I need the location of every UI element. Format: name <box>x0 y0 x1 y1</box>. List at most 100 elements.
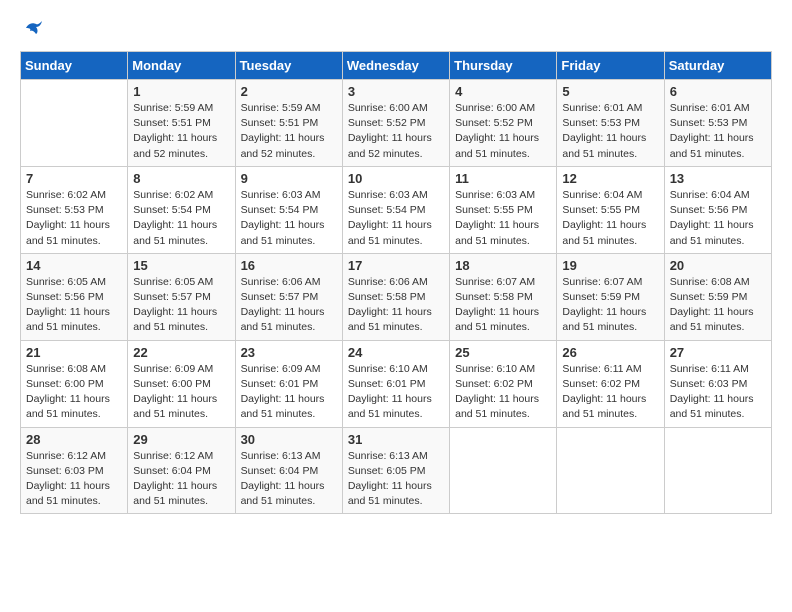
day-number: 20 <box>670 258 766 273</box>
day-info: Sunrise: 5:59 AMSunset: 5:51 PMDaylight:… <box>133 101 229 162</box>
day-info: Sunrise: 6:03 AMSunset: 5:55 PMDaylight:… <box>455 188 551 249</box>
calendar-cell: 2 Sunrise: 5:59 AMSunset: 5:51 PMDaylight… <box>235 80 342 167</box>
day-info: Sunrise: 6:13 AMSunset: 6:05 PMDaylight:… <box>348 449 444 510</box>
day-info: Sunrise: 6:00 AMSunset: 5:52 PMDaylight:… <box>348 101 444 162</box>
day-number: 7 <box>26 171 122 186</box>
day-number: 14 <box>26 258 122 273</box>
day-info: Sunrise: 6:02 AMSunset: 5:53 PMDaylight:… <box>26 188 122 249</box>
day-info: Sunrise: 6:03 AMSunset: 5:54 PMDaylight:… <box>241 188 337 249</box>
day-header-wednesday: Wednesday <box>342 52 449 80</box>
day-info: Sunrise: 6:05 AMSunset: 5:57 PMDaylight:… <box>133 275 229 336</box>
day-info: Sunrise: 5:59 AMSunset: 5:51 PMDaylight:… <box>241 101 337 162</box>
day-number: 31 <box>348 432 444 447</box>
day-info: Sunrise: 6:02 AMSunset: 5:54 PMDaylight:… <box>133 188 229 249</box>
day-number: 12 <box>562 171 658 186</box>
day-info: Sunrise: 6:09 AMSunset: 6:01 PMDaylight:… <box>241 362 337 423</box>
calendar-cell: 17 Sunrise: 6:06 AMSunset: 5:58 PMDayligh… <box>342 253 449 340</box>
day-info: Sunrise: 6:06 AMSunset: 5:57 PMDaylight:… <box>241 275 337 336</box>
day-number: 16 <box>241 258 337 273</box>
logo <box>20 20 44 41</box>
day-header-tuesday: Tuesday <box>235 52 342 80</box>
day-info: Sunrise: 6:10 AMSunset: 6:02 PMDaylight:… <box>455 362 551 423</box>
calendar-cell: 26 Sunrise: 6:11 AMSunset: 6:02 PMDayligh… <box>557 340 664 427</box>
bird-icon <box>24 20 44 41</box>
calendar-cell: 30Sunrise: 6:13 AMSunset: 6:04 PMDayligh… <box>235 427 342 514</box>
calendar-cell: 29 Sunrise: 6:12 AMSunset: 6:04 PMDayligh… <box>128 427 235 514</box>
calendar-cell <box>21 80 128 167</box>
day-number: 17 <box>348 258 444 273</box>
calendar-table: SundayMondayTuesdayWednesdayThursdayFrid… <box>20 51 772 514</box>
day-info: Sunrise: 6:08 AMSunset: 6:00 PMDaylight:… <box>26 362 122 423</box>
day-info: Sunrise: 6:04 AMSunset: 5:56 PMDaylight:… <box>670 188 766 249</box>
calendar-cell <box>450 427 557 514</box>
calendar-cell: 8 Sunrise: 6:02 AMSunset: 5:54 PMDaylight… <box>128 166 235 253</box>
day-number: 5 <box>562 84 658 99</box>
day-number: 10 <box>348 171 444 186</box>
day-info: Sunrise: 6:12 AMSunset: 6:04 PMDaylight:… <box>133 449 229 510</box>
day-header-monday: Monday <box>128 52 235 80</box>
day-number: 2 <box>241 84 337 99</box>
calendar-cell: 23 Sunrise: 6:09 AMSunset: 6:01 PMDayligh… <box>235 340 342 427</box>
day-info: Sunrise: 6:01 AMSunset: 5:53 PMDaylight:… <box>670 101 766 162</box>
day-info: Sunrise: 6:10 AMSunset: 6:01 PMDaylight:… <box>348 362 444 423</box>
day-header-friday: Friday <box>557 52 664 80</box>
calendar-cell <box>557 427 664 514</box>
day-number: 21 <box>26 345 122 360</box>
calendar-cell: 21 Sunrise: 6:08 AMSunset: 6:00 PMDayligh… <box>21 340 128 427</box>
calendar-cell: 1 Sunrise: 5:59 AMSunset: 5:51 PMDaylight… <box>128 80 235 167</box>
calendar-cell: 16 Sunrise: 6:06 AMSunset: 5:57 PMDayligh… <box>235 253 342 340</box>
day-number: 9 <box>241 171 337 186</box>
day-info: Sunrise: 6:04 AMSunset: 5:55 PMDaylight:… <box>562 188 658 249</box>
day-number: 28 <box>26 432 122 447</box>
day-info: Sunrise: 6:09 AMSunset: 6:00 PMDaylight:… <box>133 362 229 423</box>
calendar-cell: 6 Sunrise: 6:01 AMSunset: 5:53 PMDaylight… <box>664 80 771 167</box>
day-info: Sunrise: 6:01 AMSunset: 5:53 PMDaylight:… <box>562 101 658 162</box>
calendar-cell: 25 Sunrise: 6:10 AMSunset: 6:02 PMDayligh… <box>450 340 557 427</box>
day-header-saturday: Saturday <box>664 52 771 80</box>
calendar-cell: 10Sunrise: 6:03 AMSunset: 5:54 PMDayligh… <box>342 166 449 253</box>
day-number: 3 <box>348 84 444 99</box>
calendar-cell: 4 Sunrise: 6:00 AMSunset: 5:52 PMDaylight… <box>450 80 557 167</box>
day-number: 13 <box>670 171 766 186</box>
day-info: Sunrise: 6:11 AMSunset: 6:02 PMDaylight:… <box>562 362 658 423</box>
day-info: Sunrise: 6:12 AMSunset: 6:03 PMDaylight:… <box>26 449 122 510</box>
day-number: 30 <box>241 432 337 447</box>
day-info: Sunrise: 6:06 AMSunset: 5:58 PMDaylight:… <box>348 275 444 336</box>
day-number: 25 <box>455 345 551 360</box>
day-number: 15 <box>133 258 229 273</box>
calendar-cell: 31 Sunrise: 6:13 AMSunset: 6:05 PMDayligh… <box>342 427 449 514</box>
calendar-cell <box>664 427 771 514</box>
day-header-sunday: Sunday <box>21 52 128 80</box>
day-number: 24 <box>348 345 444 360</box>
day-info: Sunrise: 6:07 AMSunset: 5:59 PMDaylight:… <box>562 275 658 336</box>
day-number: 29 <box>133 432 229 447</box>
day-number: 22 <box>133 345 229 360</box>
day-number: 19 <box>562 258 658 273</box>
day-info: Sunrise: 6:00 AMSunset: 5:52 PMDaylight:… <box>455 101 551 162</box>
day-info: Sunrise: 6:05 AMSunset: 5:56 PMDaylight:… <box>26 275 122 336</box>
day-number: 11 <box>455 171 551 186</box>
calendar-cell: 14 Sunrise: 6:05 AMSunset: 5:56 PMDayligh… <box>21 253 128 340</box>
calendar-cell: 18Sunrise: 6:07 AMSunset: 5:58 PMDayligh… <box>450 253 557 340</box>
day-number: 1 <box>133 84 229 99</box>
day-number: 23 <box>241 345 337 360</box>
calendar-cell: 20 Sunrise: 6:08 AMSunset: 5:59 PMDayligh… <box>664 253 771 340</box>
calendar-cell: 9 Sunrise: 6:03 AMSunset: 5:54 PMDaylight… <box>235 166 342 253</box>
calendar-cell: 22 Sunrise: 6:09 AMSunset: 6:00 PMDayligh… <box>128 340 235 427</box>
day-number: 26 <box>562 345 658 360</box>
day-number: 6 <box>670 84 766 99</box>
page-header <box>20 20 772 41</box>
calendar-cell: 13 Sunrise: 6:04 AMSunset: 5:56 PMDayligh… <box>664 166 771 253</box>
day-info: Sunrise: 6:08 AMSunset: 5:59 PMDaylight:… <box>670 275 766 336</box>
day-number: 8 <box>133 171 229 186</box>
calendar-cell: 28 Sunrise: 6:12 AMSunset: 6:03 PMDayligh… <box>21 427 128 514</box>
calendar-cell: 15 Sunrise: 6:05 AMSunset: 5:57 PMDayligh… <box>128 253 235 340</box>
day-header-thursday: Thursday <box>450 52 557 80</box>
calendar-cell: 19 Sunrise: 6:07 AMSunset: 5:59 PMDayligh… <box>557 253 664 340</box>
day-info: Sunrise: 6:11 AMSunset: 6:03 PMDaylight:… <box>670 362 766 423</box>
calendar-cell: 5 Sunrise: 6:01 AMSunset: 5:53 PMDaylight… <box>557 80 664 167</box>
day-number: 4 <box>455 84 551 99</box>
day-number: 18 <box>455 258 551 273</box>
calendar-cell: 12 Sunrise: 6:04 AMSunset: 5:55 PMDayligh… <box>557 166 664 253</box>
calendar-cell: 27Sunrise: 6:11 AMSunset: 6:03 PMDayligh… <box>664 340 771 427</box>
